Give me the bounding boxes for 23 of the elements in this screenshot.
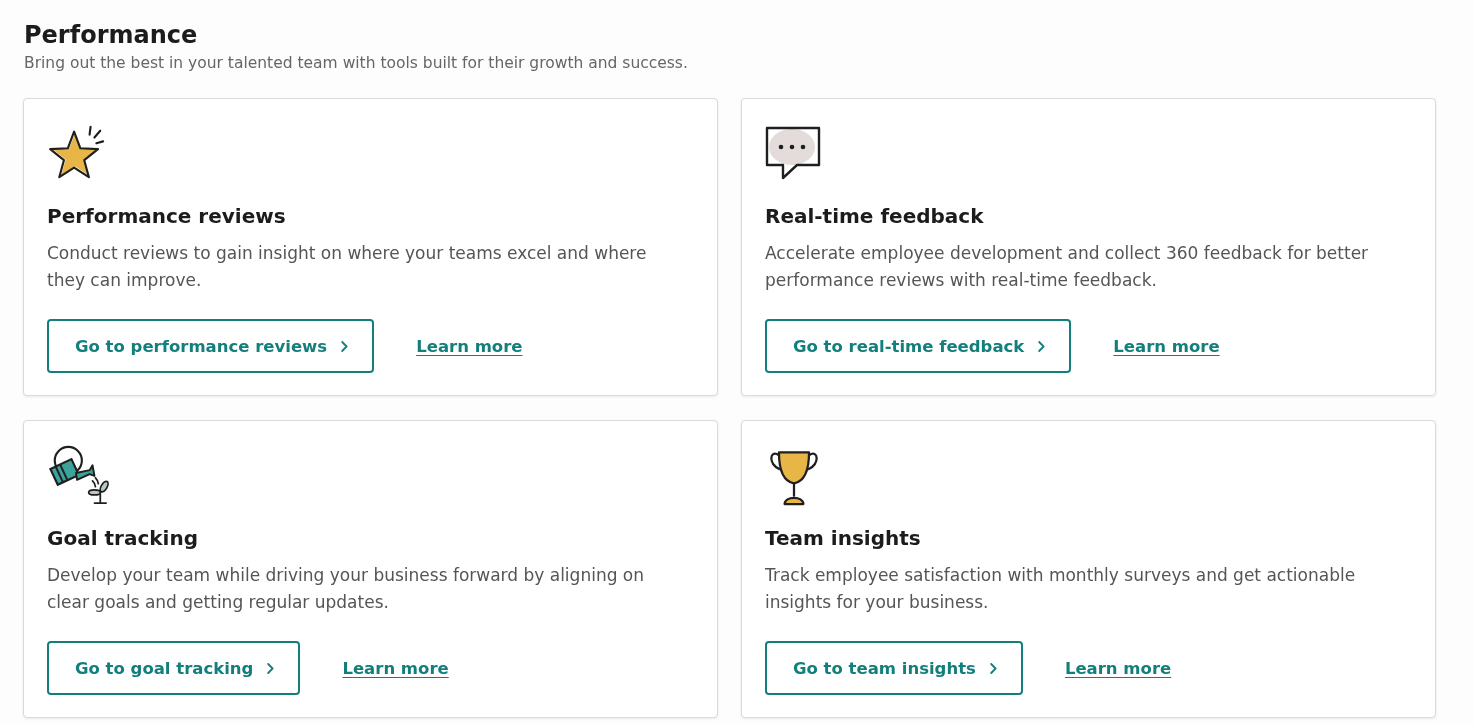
go-to-button[interactable]: Go to team insights: [765, 641, 1023, 695]
chevron-icon: [341, 340, 349, 352]
page-subtitle: Bring out the best in your talented team with tools built for their growth and success.: [24, 53, 688, 74]
card-description: Conduct reviews to gain insight on where your teams excel and where they can improve.: [47, 242, 648, 292]
card-description: Accelerate employee development and collect 360 feedback for better performance reviews with real-time feedback.: [765, 242, 1370, 292]
card-title: Real-time feedback: [765, 203, 984, 230]
go-to-button[interactable]: Go to real-time feedback: [765, 319, 1072, 373]
chevron-icon: [1038, 340, 1046, 352]
learn-more-link[interactable]: Learn more: [416, 336, 523, 356]
card-title: Goal tracking: [47, 525, 198, 552]
learn-more-link[interactable]: Learn more: [1064, 658, 1172, 678]
learn-more-link[interactable]: Learn more: [342, 658, 449, 678]
card-title: Team insights: [765, 525, 921, 552]
go-to-button[interactable]: Go to performance reviews: [47, 319, 375, 373]
card-description: Develop your team while driving your business forward by aligning on clear goals and getting regular updates.: [47, 564, 646, 614]
chevron-icon: [267, 662, 275, 674]
chevron-icon: [989, 662, 997, 674]
watering-can-icon: [47, 444, 109, 506]
learn-more-link[interactable]: Learn more: [1113, 336, 1220, 356]
card-description: Track employee satisfaction with monthly surveys and get actionable insights for your business.: [765, 564, 1357, 614]
card-title: Performance reviews: [47, 203, 286, 230]
page-title: Performance: [24, 20, 198, 51]
go-to-button[interactable]: Go to goal tracking: [47, 641, 301, 695]
